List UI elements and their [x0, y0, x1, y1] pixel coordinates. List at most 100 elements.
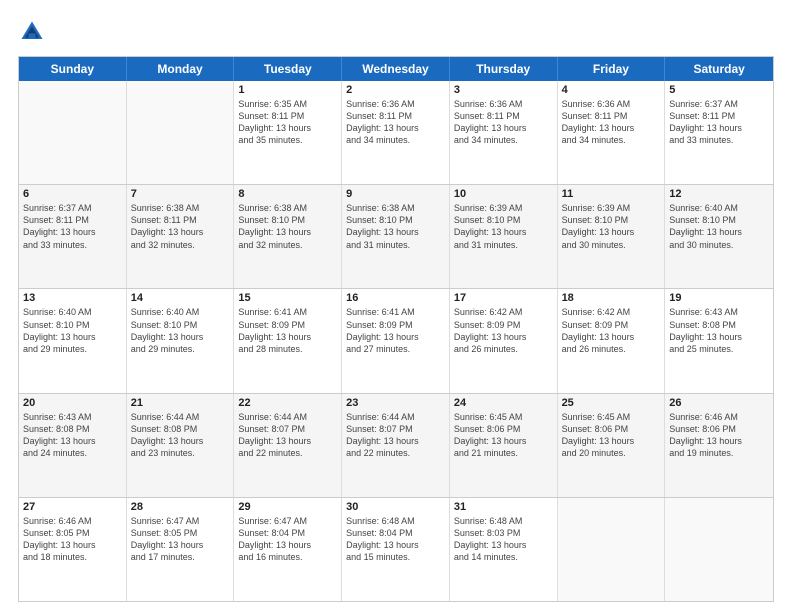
calendar-cell: 5Sunrise: 6:37 AM Sunset: 8:11 PM Daylig… [665, 81, 773, 184]
calendar-cell: 23 Sunrise: 6:44 AM Sunset: 8:07 PM Dayli… [342, 394, 450, 497]
day-info: Sunrise: 6:39 AM Sunset: 8:10 PM Dayligh… [562, 202, 661, 251]
calendar-cell: 15 Sunrise: 6:41 AM Sunset: 8:09 PM Dayli… [234, 289, 342, 392]
calendar: SundayMondayTuesdayWednesdayThursdayFrid… [18, 56, 774, 602]
day-number: 18 [562, 292, 661, 304]
day-info: Sunrise: 6:41 AM Sunset: 8:09 PM Dayligh… [346, 306, 445, 355]
day-info: Sunrise: 6:47 AM Sunset: 8:05 PM Dayligh… [131, 515, 230, 564]
day-info: Sunrise: 6:37 AM Sunset: 8:11 PM Dayligh… [23, 202, 122, 251]
day-info: Sunrise: 6:48 AM Sunset: 8:04 PM Dayligh… [346, 515, 445, 564]
calendar-cell: 6 Sunrise: 6:37 AM Sunset: 8:11 PM Daylig… [19, 185, 127, 288]
day-info: Sunrise: 6:39 AM Sunset: 8:10 PM Dayligh… [454, 202, 553, 251]
weekday-header: Friday [558, 57, 666, 81]
weekday-header: Thursday [450, 57, 558, 81]
calendar-cell [127, 81, 235, 184]
day-number: 1 [238, 84, 337, 96]
calendar-cell: 30 Sunrise: 6:48 AM Sunset: 8:04 PM Dayli… [342, 498, 450, 601]
day-info: Sunrise: 6:47 AM Sunset: 8:04 PM Dayligh… [238, 515, 337, 564]
day-info: Sunrise: 6:44 AM Sunset: 8:07 PM Dayligh… [238, 411, 337, 460]
day-number: 28 [131, 501, 230, 513]
calendar-week: 1 Sunrise: 6:35 AM Sunset: 8:11 PM Daylig… [19, 81, 773, 184]
day-number: 2 [346, 84, 445, 96]
weekday-header: Saturday [665, 57, 773, 81]
day-number: 23 [346, 397, 445, 409]
calendar-cell: 12 Sunrise: 6:40 AM Sunset: 8:10 PM Dayli… [665, 185, 773, 288]
calendar-cell: 25 Sunrise: 6:45 AM Sunset: 8:06 PM Dayli… [558, 394, 666, 497]
day-number: 4 [562, 84, 661, 96]
day-number: 16 [346, 292, 445, 304]
calendar-cell: 8Sunrise: 6:38 AM Sunset: 8:10 PM Daylig… [234, 185, 342, 288]
day-number: 30 [346, 501, 445, 513]
day-info: Sunrise: 6:42 AM Sunset: 8:09 PM Dayligh… [454, 306, 553, 355]
day-number: 11 [562, 188, 661, 200]
day-info: Sunrise: 6:36 AM Sunset: 8:11 PM Dayligh… [562, 98, 661, 147]
logo-icon [18, 18, 46, 46]
day-number: 14 [131, 292, 230, 304]
day-number: 12 [669, 188, 769, 200]
day-info: Sunrise: 6:41 AM Sunset: 8:09 PM Dayligh… [238, 306, 337, 355]
calendar-cell: 2 Sunrise: 6:36 AM Sunset: 8:11 PM Daylig… [342, 81, 450, 184]
day-info: Sunrise: 6:45 AM Sunset: 8:06 PM Dayligh… [454, 411, 553, 460]
day-info: Sunrise: 6:43 AM Sunset: 8:08 PM Dayligh… [669, 306, 769, 355]
header [18, 18, 774, 46]
day-info: Sunrise: 6:35 AM Sunset: 8:11 PM Dayligh… [238, 98, 337, 147]
day-info: Sunrise: 6:44 AM Sunset: 8:08 PM Dayligh… [131, 411, 230, 460]
day-number: 15 [238, 292, 337, 304]
day-number: 26 [669, 397, 769, 409]
day-info: Sunrise: 6:38 AM Sunset: 8:10 PM Dayligh… [346, 202, 445, 251]
calendar-cell: 11 Sunrise: 6:39 AM Sunset: 8:10 PM Dayli… [558, 185, 666, 288]
day-number: 3 [454, 84, 553, 96]
day-info: Sunrise: 6:40 AM Sunset: 8:10 PM Dayligh… [669, 202, 769, 251]
day-info: Sunrise: 6:36 AM Sunset: 8:11 PM Dayligh… [346, 98, 445, 147]
day-number: 13 [23, 292, 122, 304]
calendar-week: 13 Sunrise: 6:40 AM Sunset: 8:10 PM Dayli… [19, 288, 773, 392]
day-number: 19 [669, 292, 769, 304]
day-number: 10 [454, 188, 553, 200]
calendar-cell: 20Sunrise: 6:43 AM Sunset: 8:08 PM Dayli… [19, 394, 127, 497]
calendar-cell [19, 81, 127, 184]
calendar-week: 20Sunrise: 6:43 AM Sunset: 8:08 PM Dayli… [19, 393, 773, 497]
calendar-week: 6 Sunrise: 6:37 AM Sunset: 8:11 PM Daylig… [19, 184, 773, 288]
calendar-cell: 14 Sunrise: 6:40 AM Sunset: 8:10 PM Dayli… [127, 289, 235, 392]
day-number: 25 [562, 397, 661, 409]
day-info: Sunrise: 6:38 AM Sunset: 8:11 PM Dayligh… [131, 202, 230, 251]
calendar-cell [558, 498, 666, 601]
calendar-cell: 24 Sunrise: 6:45 AM Sunset: 8:06 PM Dayli… [450, 394, 558, 497]
day-number: 7 [131, 188, 230, 200]
day-info: Sunrise: 6:38 AM Sunset: 8:10 PM Dayligh… [238, 202, 337, 251]
day-info: Sunrise: 6:36 AM Sunset: 8:11 PM Dayligh… [454, 98, 553, 147]
calendar-week: 27Sunrise: 6:46 AM Sunset: 8:05 PM Dayli… [19, 497, 773, 601]
day-info: Sunrise: 6:40 AM Sunset: 8:10 PM Dayligh… [131, 306, 230, 355]
day-info: Sunrise: 6:37 AM Sunset: 8:11 PM Dayligh… [669, 98, 769, 147]
weekday-header: Sunday [19, 57, 127, 81]
calendar-cell: 27Sunrise: 6:46 AM Sunset: 8:05 PM Dayli… [19, 498, 127, 601]
calendar-cell: 7 Sunrise: 6:38 AM Sunset: 8:11 PM Daylig… [127, 185, 235, 288]
day-number: 9 [346, 188, 445, 200]
day-info: Sunrise: 6:46 AM Sunset: 8:06 PM Dayligh… [669, 411, 769, 460]
calendar-cell: 29Sunrise: 6:47 AM Sunset: 8:04 PM Dayli… [234, 498, 342, 601]
day-number: 6 [23, 188, 122, 200]
weekday-header: Monday [127, 57, 235, 81]
day-info: Sunrise: 6:46 AM Sunset: 8:05 PM Dayligh… [23, 515, 122, 564]
logo [18, 18, 50, 46]
day-number: 21 [131, 397, 230, 409]
day-number: 31 [454, 501, 553, 513]
calendar-cell: 10 Sunrise: 6:39 AM Sunset: 8:10 PM Dayli… [450, 185, 558, 288]
calendar-cell: 21 Sunrise: 6:44 AM Sunset: 8:08 PM Dayli… [127, 394, 235, 497]
calendar-cell: 17Sunrise: 6:42 AM Sunset: 8:09 PM Dayli… [450, 289, 558, 392]
day-number: 22 [238, 397, 337, 409]
calendar-cell: 1 Sunrise: 6:35 AM Sunset: 8:11 PM Daylig… [234, 81, 342, 184]
day-number: 24 [454, 397, 553, 409]
day-info: Sunrise: 6:44 AM Sunset: 8:07 PM Dayligh… [346, 411, 445, 460]
calendar-cell: 18Sunrise: 6:42 AM Sunset: 8:09 PM Dayli… [558, 289, 666, 392]
calendar-cell [665, 498, 773, 601]
calendar-cell: 22 Sunrise: 6:44 AM Sunset: 8:07 PM Dayli… [234, 394, 342, 497]
calendar-cell: 28 Sunrise: 6:47 AM Sunset: 8:05 PM Dayli… [127, 498, 235, 601]
weekday-header: Tuesday [234, 57, 342, 81]
calendar-header: SundayMondayTuesdayWednesdayThursdayFrid… [19, 57, 773, 81]
weekday-header: Wednesday [342, 57, 450, 81]
calendar-body: 1 Sunrise: 6:35 AM Sunset: 8:11 PM Daylig… [19, 81, 773, 601]
calendar-cell: 19 Sunrise: 6:43 AM Sunset: 8:08 PM Dayli… [665, 289, 773, 392]
day-info: Sunrise: 6:45 AM Sunset: 8:06 PM Dayligh… [562, 411, 661, 460]
calendar-cell: 16 Sunrise: 6:41 AM Sunset: 8:09 PM Dayli… [342, 289, 450, 392]
calendar-cell: 26 Sunrise: 6:46 AM Sunset: 8:06 PM Dayli… [665, 394, 773, 497]
